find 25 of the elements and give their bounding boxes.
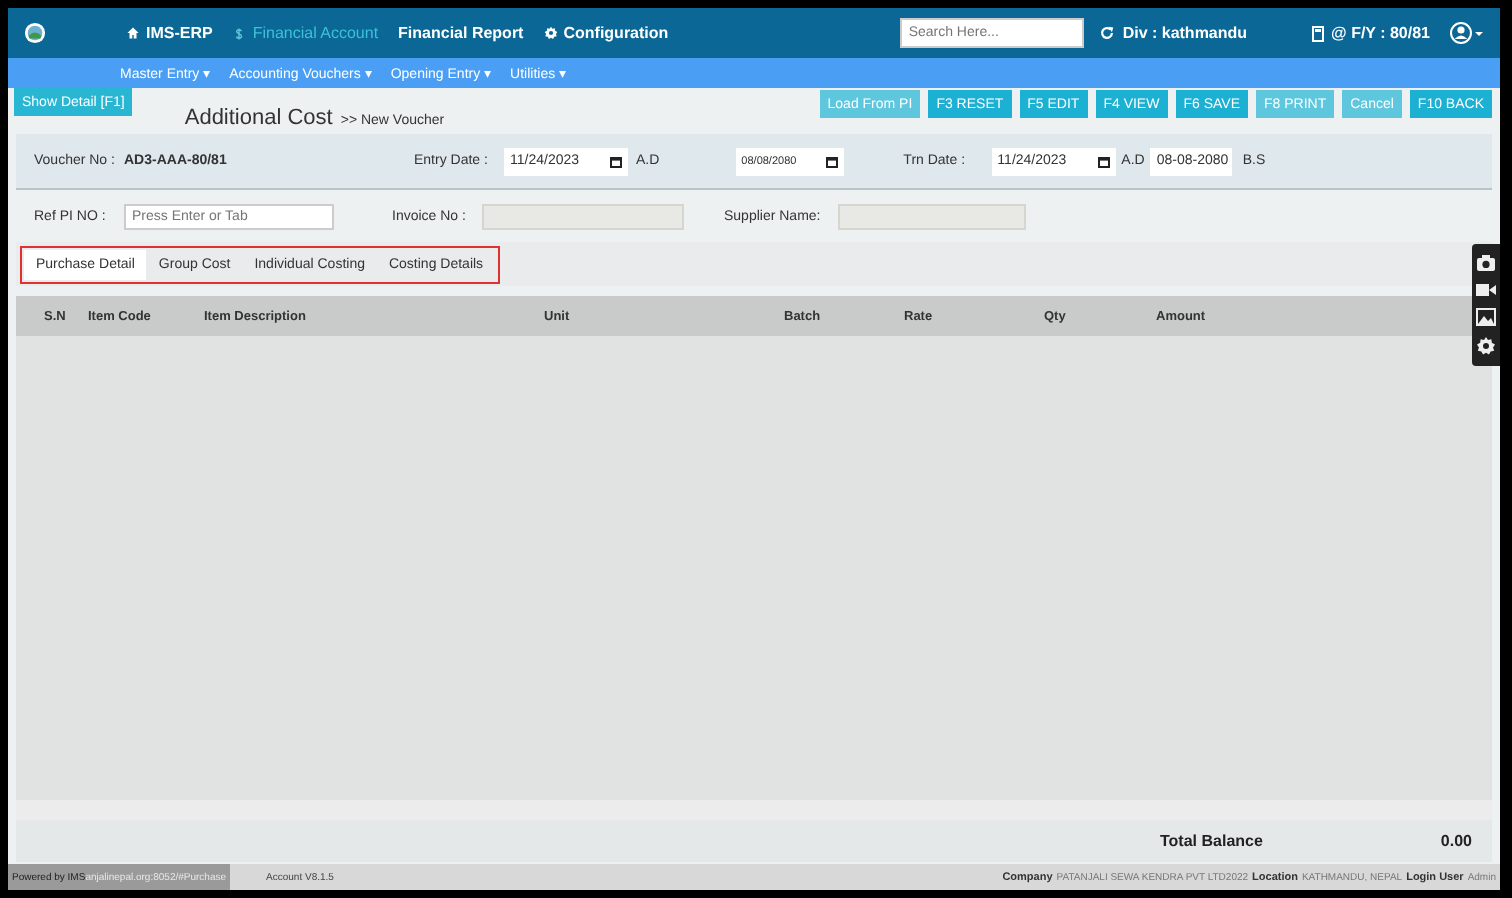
nav-link[interactable]: Financial Report bbox=[398, 24, 524, 42]
division-label: Div : kathmandu bbox=[1122, 24, 1248, 42]
image-icon[interactable] bbox=[1476, 308, 1496, 326]
home-icon bbox=[126, 26, 140, 40]
page-title: Additional Cost bbox=[184, 106, 333, 130]
supplier-field[interactable] bbox=[838, 203, 1026, 229]
camera-icon[interactable] bbox=[1476, 254, 1496, 272]
logo-icon[interactable] bbox=[24, 22, 46, 44]
calendar-icon[interactable] bbox=[1097, 155, 1110, 167]
nav-link[interactable]: Financial Account bbox=[232, 24, 379, 42]
calendar-icon[interactable] bbox=[610, 155, 622, 167]
nav-link[interactable]: Configuration bbox=[543, 24, 669, 42]
total-value: 0.00 bbox=[1440, 832, 1472, 850]
settings-icon[interactable] bbox=[1476, 336, 1496, 356]
fiscal-year-label: @ F/Y : 80/81 bbox=[1331, 24, 1430, 42]
total-label: Total Balance bbox=[1160, 832, 1263, 850]
invoice-field[interactable] bbox=[482, 203, 684, 229]
calculator-icon bbox=[1311, 25, 1324, 41]
calendar-icon[interactable] bbox=[825, 155, 838, 167]
nav-link[interactable]: IMS-ERP bbox=[126, 24, 213, 42]
video-icon[interactable] bbox=[1476, 282, 1496, 298]
user-menu-icon[interactable] bbox=[1450, 22, 1484, 44]
refresh-icon[interactable] bbox=[1100, 26, 1115, 40]
gear-icon bbox=[543, 26, 558, 40]
dollar-icon bbox=[232, 25, 247, 41]
